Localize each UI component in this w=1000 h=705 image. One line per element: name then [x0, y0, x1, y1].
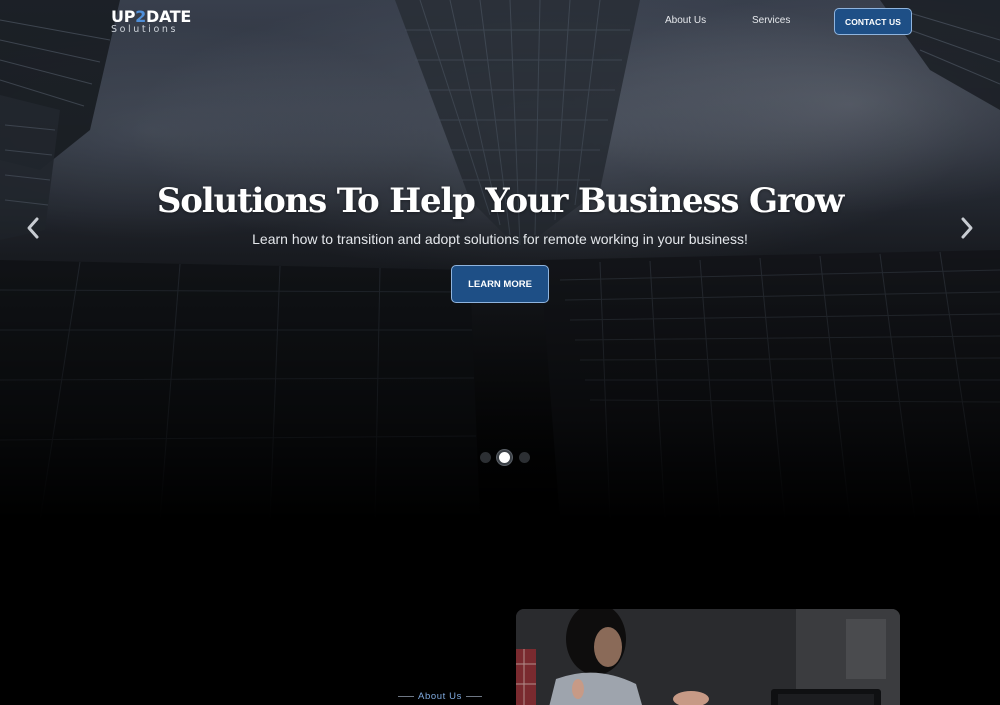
- about-image: [516, 609, 900, 705]
- divider-line-left: [398, 695, 414, 697]
- hero-carousel: UP2DATE Solutions About Us Services CONT…: [0, 0, 1000, 520]
- hero-overlay: [0, 0, 1000, 520]
- page: UP2DATE Solutions About Us Services CONT…: [0, 0, 1000, 705]
- nav-link-about-us[interactable]: About Us: [665, 14, 706, 28]
- hero-title: Solutions To Help Your Business Grow: [156, 181, 844, 221]
- about-section-label: About Us: [398, 689, 482, 703]
- logo-tagline: Solutions: [111, 24, 179, 35]
- about-section-heading: About Us: [418, 690, 462, 702]
- carousel-prev-button[interactable]: [24, 216, 42, 240]
- learn-more-button[interactable]: LEARN MORE: [451, 265, 549, 303]
- carousel-next-button[interactable]: [958, 216, 976, 240]
- carousel-dot-1[interactable]: [480, 452, 491, 463]
- carousel-dot-2-active[interactable]: [497, 450, 512, 465]
- team-photo: [516, 609, 900, 705]
- chevron-right-icon: [961, 217, 973, 239]
- logo-wordmark: UP2DATE: [111, 7, 192, 26]
- chevron-left-icon: [27, 217, 39, 239]
- carousel-dot-3[interactable]: [519, 452, 530, 463]
- carousel-indicators: [478, 450, 534, 466]
- nav-link-services[interactable]: Services: [752, 14, 790, 28]
- hero-subtitle: Learn how to transition and adopt soluti…: [252, 231, 748, 247]
- logo[interactable]: UP2DATE Solutions: [111, 8, 191, 38]
- divider-line-right: [465, 695, 482, 697]
- contact-us-button[interactable]: CONTACT US: [834, 8, 912, 35]
